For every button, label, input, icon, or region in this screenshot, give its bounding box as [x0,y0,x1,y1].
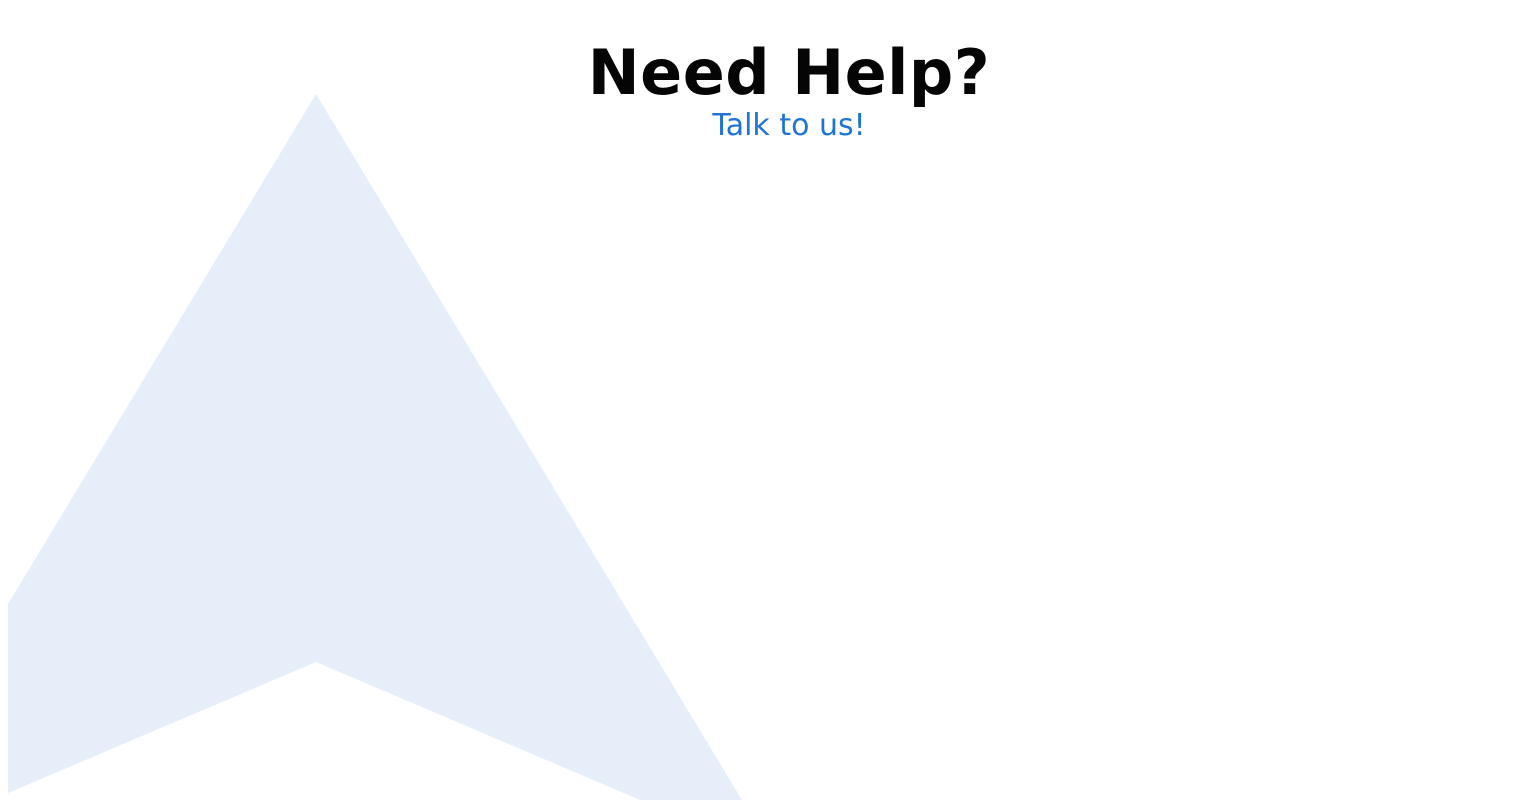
talk-to-us-link[interactable]: Talk to us! [0,108,1536,144]
page-title: Need Help? [587,36,991,109]
help-header: Need Help? Talk to us! [0,38,1536,144]
arrow-shape [8,94,742,800]
